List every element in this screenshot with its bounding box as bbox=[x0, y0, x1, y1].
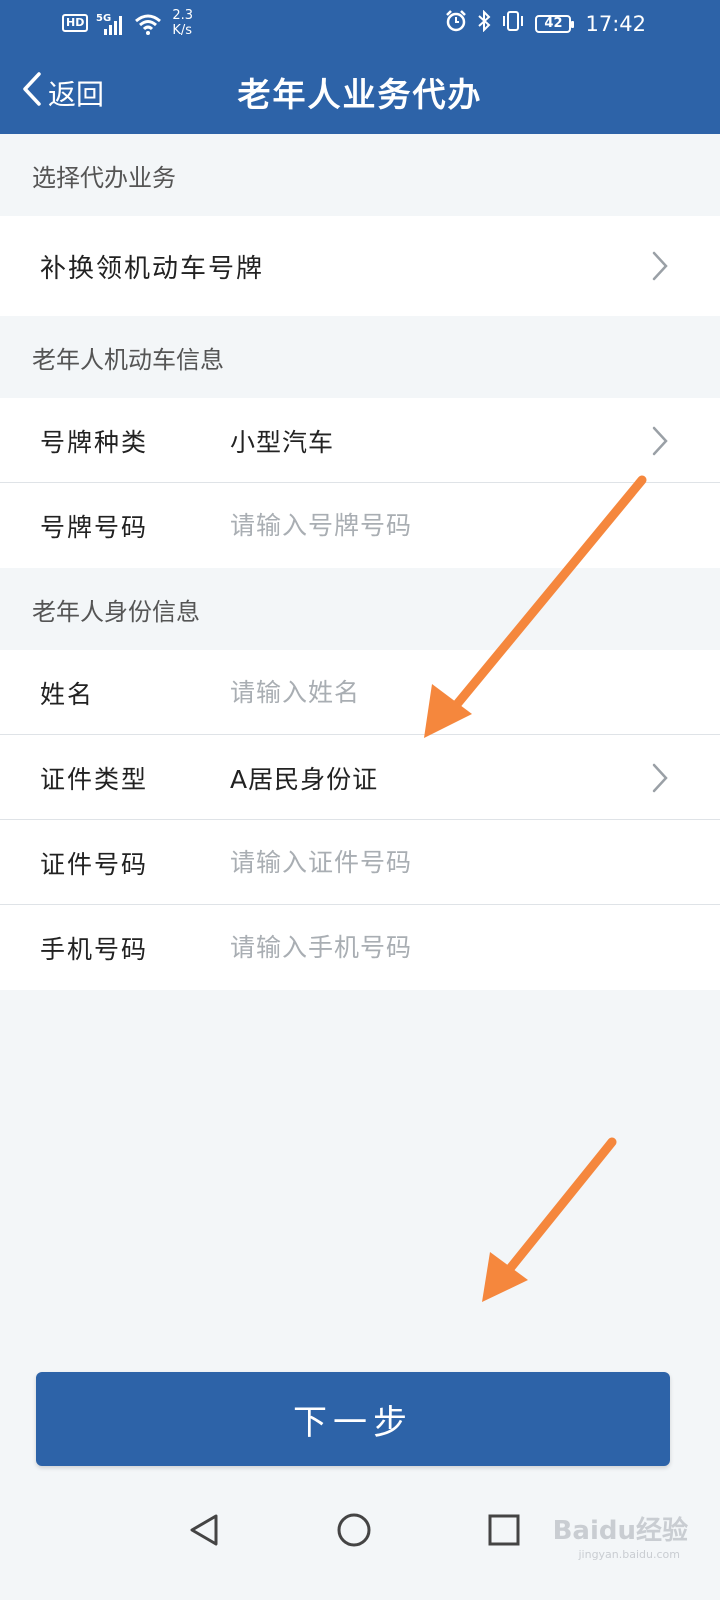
plate-type-row[interactable]: 号牌种类 小型汽车 bbox=[0, 398, 720, 483]
name-row: 姓名 bbox=[0, 650, 720, 735]
chevron-right-icon bbox=[652, 426, 668, 455]
speed-value: 2.3 bbox=[172, 8, 194, 23]
name-input[interactable] bbox=[230, 678, 630, 707]
id-number-label: 证件号码 bbox=[40, 849, 149, 879]
service-select-row[interactable]: 补换领机动车号牌 bbox=[0, 216, 720, 316]
speed-unit: K/s bbox=[172, 23, 193, 38]
selected-service: 补换领机动车号牌 bbox=[40, 253, 265, 284]
bluetooth-icon bbox=[477, 9, 491, 37]
phone-label: 手机号码 bbox=[40, 934, 149, 964]
section-header-identity: 老年人身份信息 bbox=[0, 568, 720, 650]
id-type-label: 证件类型 bbox=[40, 764, 149, 794]
phone-row: 手机号码 bbox=[0, 905, 720, 990]
status-right: 42 17:42 bbox=[445, 9, 646, 37]
plate-type-label: 号牌种类 bbox=[40, 427, 149, 457]
watermark-logo: Baidu经验 bbox=[552, 1516, 688, 1546]
plate-type-value: 小型汽车 bbox=[230, 427, 335, 457]
vibrate-icon bbox=[501, 10, 525, 37]
id-number-row: 证件号码 bbox=[0, 820, 720, 905]
annotation-arrow-2 bbox=[482, 1137, 617, 1302]
phone-input[interactable] bbox=[230, 933, 630, 962]
nav-recents-icon[interactable] bbox=[484, 1510, 524, 1550]
alarm-icon bbox=[445, 10, 467, 37]
plate-number-row: 号牌号码 bbox=[0, 483, 720, 568]
signal-icon: 5G bbox=[96, 12, 126, 40]
section-header-vehicle: 老年人机动车信息 bbox=[0, 316, 720, 398]
plate-number-label: 号牌号码 bbox=[40, 512, 149, 542]
chevron-right-icon bbox=[652, 251, 668, 281]
id-number-input[interactable] bbox=[230, 848, 630, 877]
wifi-icon bbox=[134, 12, 162, 40]
nav-back-icon[interactable] bbox=[184, 1510, 224, 1550]
network-label: 5G bbox=[96, 13, 111, 24]
nav-home-icon[interactable] bbox=[334, 1510, 374, 1550]
hd-badge: HD bbox=[62, 14, 89, 32]
page-title: 老年人业务代办 bbox=[237, 75, 483, 114]
name-label: 姓名 bbox=[40, 679, 95, 709]
section-header-service: 选择代办业务 bbox=[0, 134, 720, 216]
watermark-url: jingyan.baidu.com bbox=[578, 1548, 680, 1561]
app-header: HD 5G 2.3 K/s 42 17:42 返回 老年人业务代办 bbox=[0, 0, 720, 134]
chevron-right-icon bbox=[652, 763, 668, 792]
status-left: HD 5G 2.3 K/s bbox=[62, 8, 193, 40]
id-type-row[interactable]: 证件类型 A居民身份证 bbox=[0, 735, 720, 820]
plate-number-input[interactable] bbox=[230, 511, 630, 540]
status-time: 17:42 bbox=[585, 11, 646, 36]
id-type-value: A居民身份证 bbox=[230, 764, 379, 794]
system-nav-bar: Baidu经验 jingyan.baidu.com bbox=[0, 1490, 720, 1600]
network-speed: 2.3 K/s bbox=[172, 8, 193, 38]
next-button[interactable]: 下一步 bbox=[36, 1372, 670, 1466]
status-bar: HD 5G 2.3 K/s 42 17:42 bbox=[0, 0, 720, 50]
battery-indicator: 42 bbox=[535, 14, 575, 33]
